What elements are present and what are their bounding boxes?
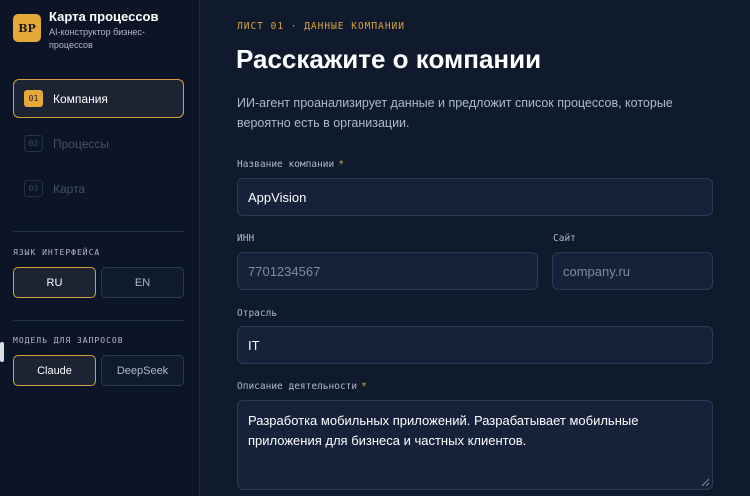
inn-label: ИНН — [237, 233, 255, 244]
sidebar: BP Карта процессов AI-конструктор бизнес… — [0, 0, 200, 496]
company-name-label: Название компании * — [237, 159, 344, 170]
company-name-input[interactable]: AppVision — [237, 178, 713, 216]
company-name-label-text: Название компании — [237, 159, 335, 170]
language-en-button[interactable]: EN — [101, 267, 184, 298]
resize-grip-icon[interactable] — [701, 478, 710, 487]
activity-label-text: Описание деятельности — [237, 381, 358, 392]
page-description: ИИ-агент проанализирует данные и предлож… — [237, 96, 673, 130]
main-content: ЛИСТ 01 · ДАННЫЕ КОМПАНИИ Расскажите о к… — [201, 0, 750, 496]
step-number-badge: 02 — [24, 135, 43, 152]
inn-input[interactable]: 7701234567 — [237, 252, 538, 290]
nav-item-map[interactable]: 03 Карта — [13, 169, 184, 208]
logo-icon: BP — [13, 14, 41, 42]
nav-item-label: Карта — [53, 181, 86, 196]
industry-label: Отрасль — [237, 308, 278, 319]
model-deepseek-button[interactable]: DeepSeek — [101, 355, 184, 386]
sheet-eyebrow: ЛИСТ 01 · ДАННЫЕ КОМПАНИИ — [237, 21, 405, 32]
nav-item-processes[interactable]: 02 Процессы — [13, 124, 184, 163]
site-label: Сайт — [553, 233, 576, 244]
page-title: Расскажите о компании — [236, 44, 542, 74]
model-section-label: МОДЕЛЬ ДЛЯ ЗАПРОСОВ — [13, 336, 124, 345]
divider — [13, 320, 184, 321]
brand: BP Карта процессов AI-конструктор бизнес… — [13, 9, 179, 52]
activity-textarea[interactable]: Разработка мобильных приложений. Разраба… — [237, 400, 713, 490]
nav-item-label: Компания — [53, 91, 108, 106]
model-claude-button[interactable]: Claude — [13, 355, 96, 386]
industry-input[interactable]: IT — [237, 326, 713, 364]
divider — [13, 231, 184, 232]
nav-item-label: Процессы — [53, 136, 110, 151]
brand-subtitle: AI-конструктор бизнес-процессов — [49, 27, 145, 50]
site-input[interactable]: company.ru — [552, 252, 713, 290]
language-section-label: ЯЗЫК ИНТЕРФЕЙСА — [13, 248, 101, 257]
brand-title: Карта процессов — [49, 9, 159, 24]
step-number-badge: 03 — [24, 180, 43, 197]
required-marker: * — [338, 159, 344, 170]
nav-item-company[interactable]: 01 Компания — [13, 79, 184, 118]
required-marker: * — [361, 381, 367, 392]
activity-text: Разработка мобильных приложений. Разраба… — [248, 413, 639, 448]
activity-label: Описание деятельности * — [237, 381, 367, 392]
step-number-badge: 01 — [24, 90, 43, 107]
language-ru-button[interactable]: RU — [13, 267, 96, 298]
scroll-handle[interactable] — [0, 342, 4, 362]
